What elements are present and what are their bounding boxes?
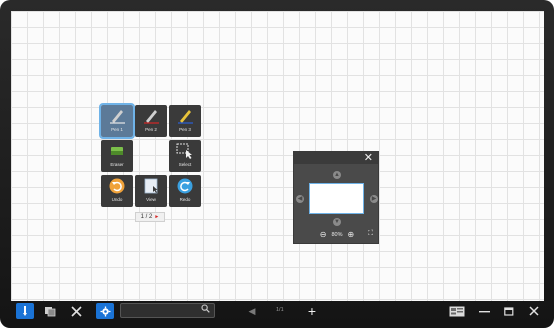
tool-label: Pen 1 <box>111 127 123 132</box>
tool-pen-1[interactable]: Pen 1 <box>99 103 135 139</box>
screen-share-icon <box>449 306 465 316</box>
search-icon[interactable] <box>201 304 210 315</box>
view-icon <box>135 175 167 197</box>
navigator-footer: ⊖ 80% ⊕ ⛶ <box>294 229 380 241</box>
pan-right-icon[interactable]: ▶ <box>370 195 378 203</box>
tool-pen-3[interactable]: Pen 3 <box>169 105 201 137</box>
minimize-button[interactable] <box>475 303 493 319</box>
tool-pen-2[interactable]: Pen 2 <box>135 105 167 137</box>
pen-mode-button[interactable] <box>16 303 34 319</box>
eraser-icon <box>101 140 133 162</box>
pan-down-icon[interactable]: ▼ <box>333 218 341 226</box>
pen-icon <box>169 105 201 127</box>
tools-icon <box>70 305 82 317</box>
tool-redo[interactable]: Redo <box>169 175 201 207</box>
pen-mode-icon <box>23 306 27 316</box>
restore-icon <box>503 307 513 316</box>
close-icon <box>529 306 539 316</box>
zoom-out-icon[interactable]: ⊖ <box>320 230 327 240</box>
navigator-viewport[interactable] <box>309 183 364 214</box>
pages-button[interactable] <box>41 303 59 319</box>
undo-icon <box>101 175 133 197</box>
pan-left-icon[interactable]: ◀ <box>296 195 304 203</box>
tool-eraser[interactable]: Eraser <box>101 140 133 172</box>
fit-screen-icon[interactable]: ⛶ <box>368 230 373 238</box>
restore-button[interactable] <box>500 303 518 319</box>
select-icon <box>169 140 201 162</box>
tool-select[interactable]: Select <box>169 140 201 172</box>
pen-icon <box>101 105 133 127</box>
pen-icon <box>135 105 167 127</box>
page-indicator-text: 1 / 2 <box>140 214 153 220</box>
tool-label: Pen 2 <box>145 127 157 132</box>
minimize-icon <box>478 310 490 312</box>
gear-icon <box>100 306 110 316</box>
tool-undo[interactable]: Undo <box>101 175 133 207</box>
close-icon[interactable]: ✕ <box>364 152 373 164</box>
prev-page-button[interactable]: ◀ <box>243 303 261 319</box>
next-page-arrow-icon[interactable]: ► <box>154 214 159 220</box>
tool-label: View <box>146 197 156 202</box>
redo-icon <box>169 175 201 197</box>
settings-button[interactable] <box>96 303 114 319</box>
zoom-in-icon[interactable]: ⊕ <box>348 230 355 240</box>
tools-button[interactable] <box>67 303 85 319</box>
tool-label: Pen 3 <box>179 127 191 132</box>
tool-label: Select <box>178 162 192 167</box>
add-page-button[interactable]: + <box>303 303 321 319</box>
tool-view[interactable]: View <box>135 175 167 207</box>
navigator-header: ✕ <box>294 152 378 164</box>
page-label: 1/1 <box>276 307 284 313</box>
close-button[interactable] <box>525 303 543 319</box>
pages-icon <box>45 306 56 316</box>
palette-page-indicator[interactable]: 1 / 2 ► <box>135 212 165 222</box>
tool-label: Redo <box>179 197 191 202</box>
whiteboard-canvas[interactable]: Pen 1 Pen 2 Pen 3 Eraser Select Undo Vie… <box>11 11 544 301</box>
screen-share-button[interactable] <box>447 303 467 319</box>
zoom-value: 80% <box>331 232 343 238</box>
tool-label: Undo <box>111 197 123 202</box>
tool-label: Eraser <box>110 162 124 167</box>
pan-up-icon[interactable]: ▲ <box>333 171 341 179</box>
navigator-panel: ✕ ▲ ◀ ▶ ▼ ⊖ 80% ⊕ ⛶ <box>293 151 379 244</box>
